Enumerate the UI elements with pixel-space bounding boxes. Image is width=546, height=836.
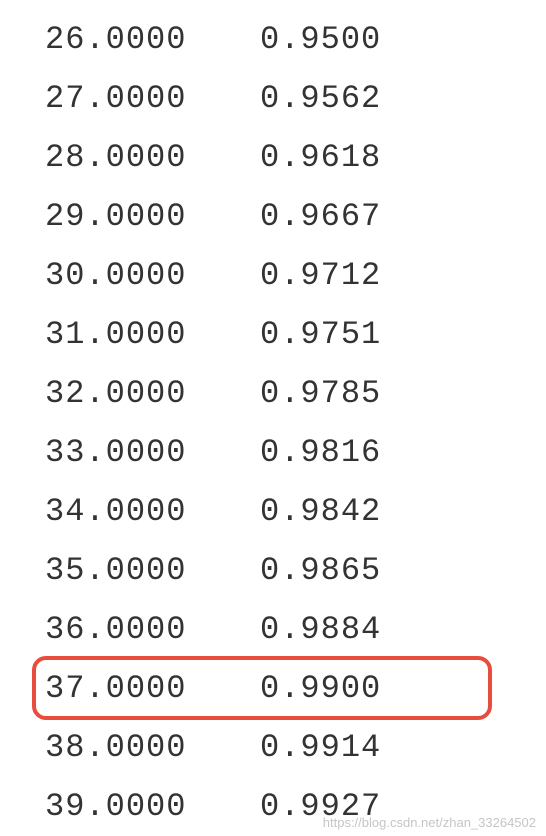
cell-col2: 0.9914 (260, 729, 381, 766)
cell-col1: 29.0000 (45, 198, 260, 235)
table-row: 33.00000.9816 (45, 423, 546, 482)
table-row: 28.00000.9618 (45, 128, 546, 187)
cell-col1: 39.0000 (45, 788, 260, 825)
table-row: 34.00000.9842 (45, 482, 546, 541)
cell-col2: 0.9667 (260, 198, 381, 235)
table-row: 26.00000.9500 (45, 10, 546, 69)
table-row: 32.00000.9785 (45, 364, 546, 423)
cell-col2: 0.9900 (260, 670, 381, 707)
cell-col1: 26.0000 (45, 21, 260, 58)
cell-col1: 36.0000 (45, 611, 260, 648)
table-row: 37.00000.9900 (45, 659, 546, 718)
table-row: 38.00000.9914 (45, 718, 546, 777)
cell-col1: 31.0000 (45, 316, 260, 353)
cell-col1: 37.0000 (45, 670, 260, 707)
cell-col1: 30.0000 (45, 257, 260, 294)
cell-col1: 34.0000 (45, 493, 260, 530)
watermark-text: https://blog.csdn.net/zhan_33264502 (323, 815, 536, 830)
table-row: 31.00000.9751 (45, 305, 546, 364)
table-row: 29.00000.9667 (45, 187, 546, 246)
cell-col2: 0.9562 (260, 80, 381, 117)
cell-col2: 0.9865 (260, 552, 381, 589)
cell-col2: 0.9751 (260, 316, 381, 353)
cell-col2: 0.9842 (260, 493, 381, 530)
cell-col1: 38.0000 (45, 729, 260, 766)
cell-col1: 27.0000 (45, 80, 260, 117)
table-row: 27.00000.9562 (45, 69, 546, 128)
table-row: 30.00000.9712 (45, 246, 546, 305)
cell-col2: 0.9712 (260, 257, 381, 294)
cell-col1: 28.0000 (45, 139, 260, 176)
cell-col2: 0.9816 (260, 434, 381, 471)
table-row: 35.00000.9865 (45, 541, 546, 600)
cell-col2: 0.9884 (260, 611, 381, 648)
cell-col2: 0.9618 (260, 139, 381, 176)
cell-col2: 0.9785 (260, 375, 381, 412)
cell-col2: 0.9500 (260, 21, 381, 58)
cell-col1: 35.0000 (45, 552, 260, 589)
cell-col1: 32.0000 (45, 375, 260, 412)
data-table: 26.00000.950027.00000.956228.00000.96182… (0, 0, 546, 836)
table-row: 36.00000.9884 (45, 600, 546, 659)
cell-col1: 33.0000 (45, 434, 260, 471)
